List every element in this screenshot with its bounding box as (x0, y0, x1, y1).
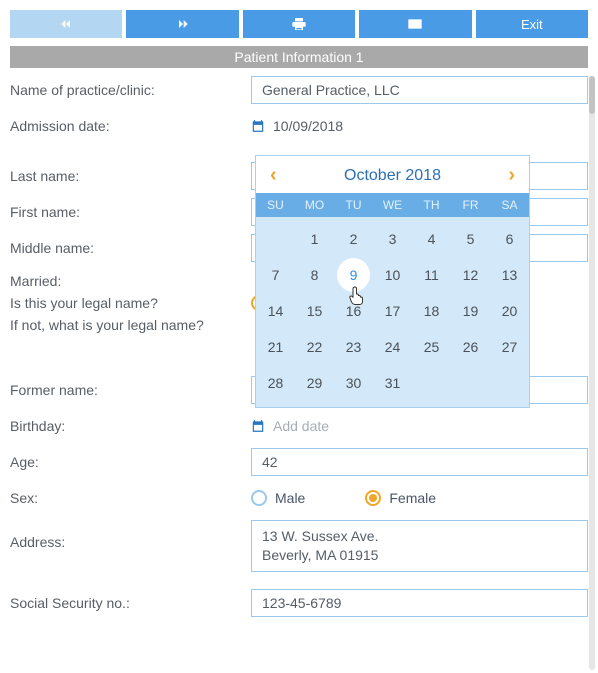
chevron-double-left-icon (58, 16, 74, 32)
label-age: Age: (10, 454, 245, 470)
label-sex: Sex: (10, 490, 245, 506)
calendar-day-4[interactable]: 4 (415, 222, 448, 256)
calendar-day-11[interactable]: 11 (415, 258, 448, 292)
section-header: Patient Information 1 (10, 46, 588, 68)
calendar-day-17[interactable]: 17 (376, 294, 409, 328)
envelope-icon (407, 16, 423, 32)
calendar-dow-cell: SA (490, 198, 529, 212)
calendar-day-5[interactable]: 5 (454, 222, 487, 256)
label-ifnot: If not, what is your legal name? (10, 316, 245, 334)
calendar-day-29[interactable]: 29 (298, 366, 331, 400)
calendar-day-23[interactable]: 23 (337, 330, 370, 364)
calendar-dow-cell: SU (256, 198, 295, 212)
email-button[interactable] (359, 10, 471, 38)
label-birthday: Birthday: (10, 418, 245, 434)
calendar-dow-cell: TH (412, 198, 451, 212)
age-input[interactable] (251, 448, 588, 476)
exit-button[interactable]: Exit (476, 10, 588, 38)
calendar-day-20[interactable]: 20 (493, 294, 526, 328)
calendar-next-month[interactable]: › (504, 164, 519, 187)
calendar-day-13[interactable]: 13 (493, 258, 526, 292)
label-former: Former name: (10, 382, 245, 398)
toolbar: Exit (0, 0, 598, 46)
calendar-prev-month[interactable]: ‹ (266, 164, 281, 187)
admission-date-field[interactable]: 10/09/2018 (251, 112, 588, 140)
calendar-day-28[interactable]: 28 (259, 366, 292, 400)
calendar-day-16[interactable]: 16 (337, 294, 370, 328)
ssn-input[interactable] (251, 589, 588, 617)
calendar-day-10[interactable]: 10 (376, 258, 409, 292)
label-ssn: Social Security no.: (10, 595, 245, 611)
birthday-placeholder: Add date (273, 418, 329, 434)
sex-radio-female[interactable]: Female (365, 490, 436, 506)
sex-male-label: Male (275, 490, 305, 506)
sex-female-label: Female (389, 490, 436, 506)
calendar-dow-cell: MO (295, 198, 334, 212)
calendar-day-7[interactable]: 7 (259, 258, 292, 292)
calendar-dow-cell: TU (334, 198, 373, 212)
calendar-icon (251, 119, 265, 133)
practice-input[interactable] (251, 76, 588, 104)
admission-date-text: 10/09/2018 (273, 118, 343, 134)
calendar-day-31[interactable]: 31 (376, 366, 409, 400)
calendar-day-3[interactable]: 3 (376, 222, 409, 256)
calendar-day-8[interactable]: 8 (298, 258, 331, 292)
label-practice: Name of practice/clinic: (10, 82, 245, 98)
calendar-icon (251, 419, 265, 433)
calendar-day-30[interactable]: 30 (337, 366, 370, 400)
label-admission: Admission date: (10, 118, 245, 134)
label-firstname: First name: (10, 204, 245, 220)
calendar-day-26[interactable]: 26 (454, 330, 487, 364)
printer-icon (291, 16, 307, 32)
calendar-day-22[interactable]: 22 (298, 330, 331, 364)
scrollbar-thumb[interactable] (589, 76, 595, 114)
sex-radio-group: Male Female (251, 484, 588, 512)
calendar-grid: 1234567891011121314151617181920212223242… (256, 217, 529, 407)
label-married: Married: (10, 272, 245, 290)
calendar-popup: ‹ October 2018 › SUMOTUWETHFRSA 12345678… (255, 155, 530, 408)
label-address: Address: (10, 520, 245, 550)
print-button[interactable] (243, 10, 355, 38)
prev-button (10, 10, 122, 38)
calendar-day-27[interactable]: 27 (493, 330, 526, 364)
calendar-day-12[interactable]: 12 (454, 258, 487, 292)
calendar-day-9[interactable]: 9 (337, 258, 370, 292)
calendar-day-2[interactable]: 2 (337, 222, 370, 256)
scrollbar[interactable] (589, 76, 595, 670)
chevron-double-right-icon (175, 16, 191, 32)
calendar-blank-cell (259, 222, 292, 256)
sex-radio-male[interactable]: Male (251, 490, 305, 506)
calendar-day-18[interactable]: 18 (415, 294, 448, 328)
calendar-month-label[interactable]: October 2018 (344, 167, 441, 185)
calendar-day-21[interactable]: 21 (259, 330, 292, 364)
calendar-day-24[interactable]: 24 (376, 330, 409, 364)
address-input[interactable] (251, 520, 588, 572)
birthday-date-field[interactable]: Add date (251, 412, 588, 440)
calendar-day-6[interactable]: 6 (493, 222, 526, 256)
calendar-day-15[interactable]: 15 (298, 294, 331, 328)
calendar-day-14[interactable]: 14 (259, 294, 292, 328)
calendar-day-1[interactable]: 1 (298, 222, 331, 256)
calendar-dow-row: SUMOTUWETHFRSA (256, 193, 529, 217)
calendar-day-25[interactable]: 25 (415, 330, 448, 364)
next-button[interactable] (126, 10, 238, 38)
label-lastname: Last name: (10, 168, 245, 184)
calendar-day-19[interactable]: 19 (454, 294, 487, 328)
calendar-dow-cell: WE (373, 198, 412, 212)
label-middlename: Middle name: (10, 240, 245, 256)
label-legal: Is this your legal name? (10, 294, 245, 312)
calendar-dow-cell: FR (451, 198, 490, 212)
